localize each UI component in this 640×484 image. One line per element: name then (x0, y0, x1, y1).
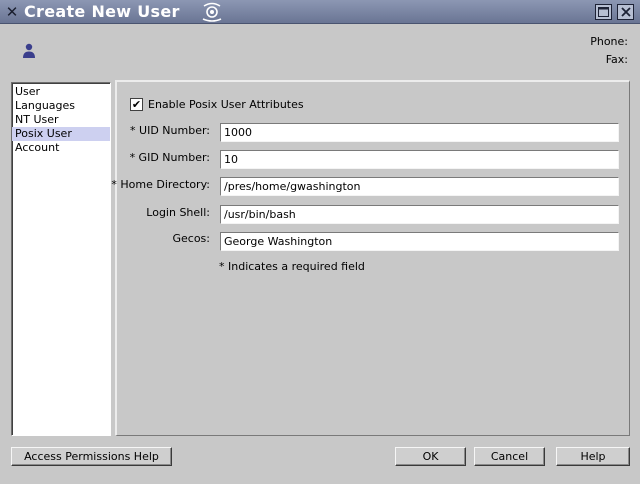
nav-item-languages[interactable]: Languages (12, 99, 110, 113)
title-bar[interactable]: ✕ Create New User (0, 0, 640, 24)
required-field-note: * Indicates a required field (219, 260, 365, 273)
enable-posix-row[interactable]: ✔ Enable Posix User Attributes (130, 97, 304, 111)
close-icon (620, 7, 631, 17)
ok-button[interactable]: OK (395, 447, 466, 466)
login-shell-label: Login Shell: (146, 206, 210, 219)
person-icon (23, 43, 35, 58)
maximize-icon (598, 7, 609, 17)
gid-number-label: * GID Number: (129, 151, 210, 164)
close-button[interactable] (617, 4, 634, 20)
login-shell-input[interactable] (220, 205, 619, 224)
x-icon[interactable]: ✕ (4, 4, 20, 20)
enable-posix-label: Enable Posix User Attributes (148, 97, 304, 111)
nav-item-user[interactable]: User (12, 85, 110, 99)
uid-number-label: * UID Number: (130, 124, 210, 137)
help-button[interactable]: Help (556, 447, 630, 466)
gecos-label: Gecos: (172, 232, 210, 245)
phone-label: Phone: (590, 35, 628, 48)
cancel-button[interactable]: Cancel (474, 447, 545, 466)
gecos-input[interactable] (220, 232, 619, 251)
window-title: Create New User (24, 2, 180, 21)
access-permissions-help-button[interactable]: Access Permissions Help (11, 447, 172, 466)
maximize-button[interactable] (595, 4, 612, 20)
posix-user-panel: ✔ Enable Posix User Attributes * UID Num… (111, 80, 630, 436)
home-directory-input[interactable] (220, 177, 619, 196)
home-directory-label: * Home Directory: (111, 178, 210, 191)
gid-number-input[interactable] (220, 150, 619, 169)
swirl-logo-icon (202, 2, 222, 22)
uid-number-input[interactable] (220, 123, 619, 142)
enable-posix-checkbox[interactable]: ✔ (130, 97, 143, 111)
fax-label: Fax: (605, 53, 628, 66)
